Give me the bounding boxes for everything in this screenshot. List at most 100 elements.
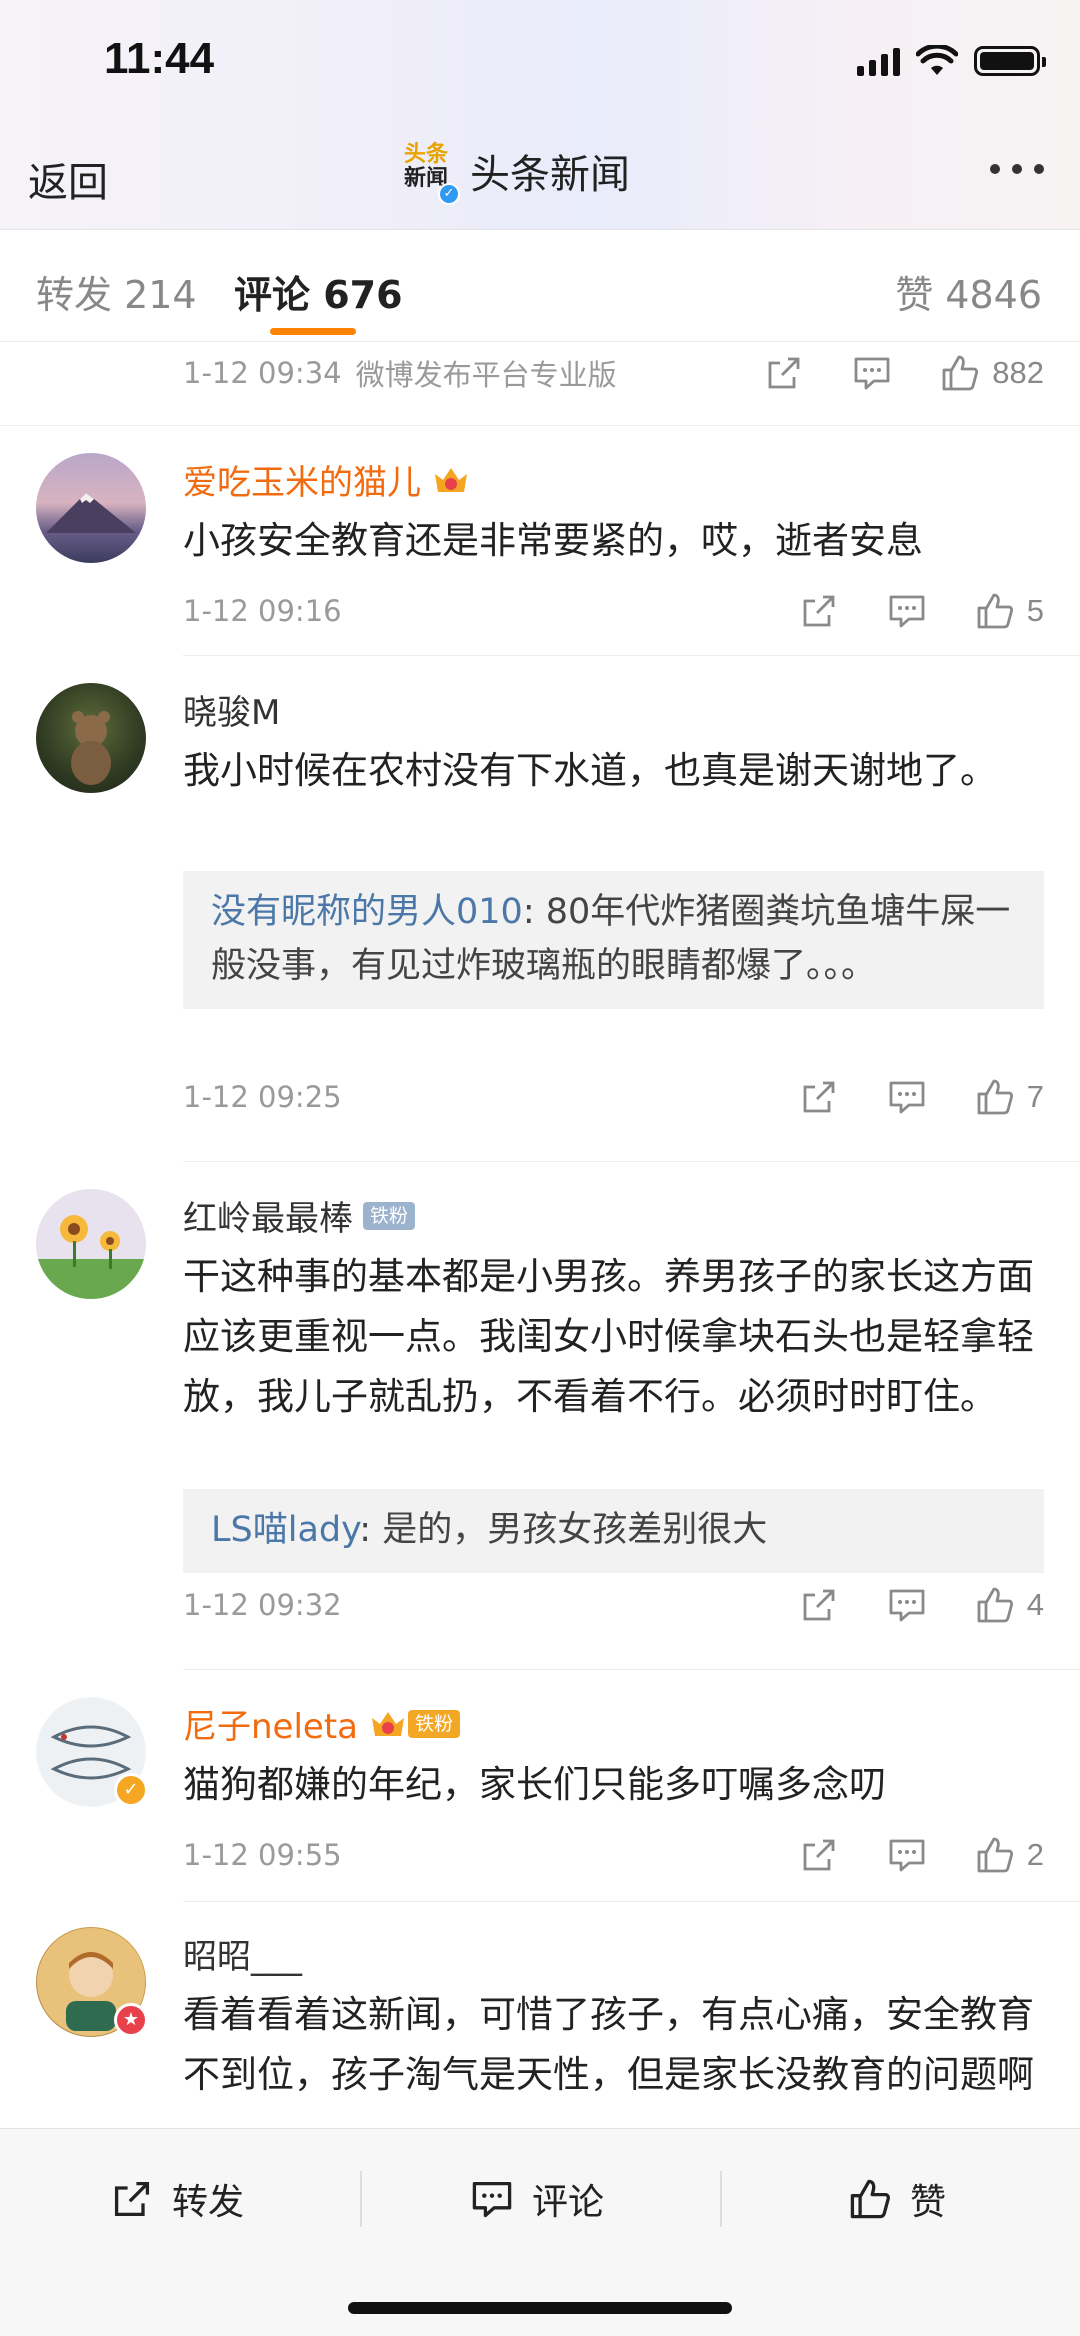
username-text: 红岭最最棒 xyxy=(183,1199,353,1239)
comment-meta-row: 1-12 09:16 5 xyxy=(183,581,1044,641)
username-text: 爱吃玉米的猫儿 xyxy=(183,463,421,503)
comment-meta-row: 1-12 09:32 4 xyxy=(183,1575,1044,1635)
share-icon[interactable] xyxy=(799,1835,839,1875)
comment-text: 我小时候在农村没有下水道，也真是谢天谢地了。 xyxy=(183,749,997,792)
username-text: 晓骏M xyxy=(183,693,281,733)
divider xyxy=(183,655,1080,656)
logo-line1: 头条 xyxy=(403,142,448,167)
tab-active-indicator xyxy=(270,328,356,335)
tab-bar: 转发 214 评论 676 赞 4846 xyxy=(0,230,1080,342)
comment-username[interactable]: 昭昭___ xyxy=(183,1929,302,1978)
comment-icon[interactable] xyxy=(887,1077,927,1117)
separator xyxy=(360,2171,362,2227)
post-source[interactable]: 微博发布平台专业版 xyxy=(356,352,617,394)
fan-badge: 铁粉 xyxy=(363,1201,416,1230)
signal-icon xyxy=(857,46,900,76)
avatar[interactable] xyxy=(36,453,146,563)
like-icon[interactable] xyxy=(975,1835,1015,1875)
username-text: 昭昭___ xyxy=(183,1937,302,1977)
toutiao-news-logo: 头条 新闻 ✓ xyxy=(398,142,460,205)
comment-time: 1-12 09:55 xyxy=(183,1838,342,1872)
nav-title-group[interactable]: 头条 新闻 ✓ 头条新闻 xyxy=(398,142,630,205)
username-text: 尼子neleta xyxy=(183,1707,358,1747)
like-label: 赞 xyxy=(910,2182,947,2223)
nav-title: 头条新闻 xyxy=(470,152,630,198)
tab-forward[interactable]: 转发 214 xyxy=(36,264,197,319)
verified-icon: ✓ xyxy=(438,183,460,205)
share-icon[interactable] xyxy=(799,591,839,631)
status-icons xyxy=(857,40,1046,82)
comment-icon[interactable] xyxy=(852,353,892,393)
top-bar: 11:44 返回 头条 新闻 ✓ 头条新闻 xyxy=(0,0,1080,230)
tab-like[interactable]: 赞 4846 xyxy=(895,264,1042,319)
more-icon[interactable] xyxy=(990,164,1044,174)
vip-crown-icon xyxy=(372,1711,404,1736)
comment-text: 猫狗都嫌的年纪，家长们只能多叮嘱多念叨 xyxy=(183,1763,886,1806)
comment-time: 1-12 09:25 xyxy=(183,1080,342,1114)
sunflower-avatar-image xyxy=(36,1215,146,1299)
wifi-icon xyxy=(916,45,958,75)
like-icon[interactable] xyxy=(975,1585,1015,1625)
comment-label: 评论 xyxy=(532,2182,605,2223)
comment-meta-row: 1-12 09:25 7 xyxy=(183,1067,1044,1127)
separator xyxy=(720,2171,722,2227)
share-icon[interactable] xyxy=(764,353,804,393)
share-icon[interactable] xyxy=(799,1585,839,1625)
comment-username[interactable]: 尼子neleta 铁粉 xyxy=(183,1699,461,1748)
like-count: 882 xyxy=(992,355,1044,390)
avatar[interactable]: ✓ xyxy=(36,1697,148,1807)
forward-button[interactable]: 转发 xyxy=(110,2169,244,2229)
comment-text: 看着看着这新闻，可惜了孩子，有点心痛，安全教育不到位，孩子淘气是天性，但是家长没… xyxy=(183,1993,1034,2096)
mountain-avatar-image xyxy=(46,493,136,533)
like-count: 2 xyxy=(1026,1837,1044,1872)
divider xyxy=(183,1161,1080,1162)
comment-username[interactable]: 爱吃玉米的猫儿 xyxy=(183,455,471,504)
comment-username[interactable]: 红岭最最棒 铁粉 xyxy=(183,1191,416,1240)
reply-preview[interactable]: LS喵lady: 是的，男孩女孩差别很大 xyxy=(183,1489,1044,1573)
avatar[interactable] xyxy=(36,683,146,793)
post-actions: 882 xyxy=(764,353,1044,393)
reply-username[interactable]: 没有昵称的男人010 xyxy=(211,892,523,932)
tab-comment[interactable]: 评论 676 xyxy=(234,264,403,319)
like-icon[interactable] xyxy=(975,1077,1015,1117)
comment-text: 小孩安全教育还是非常要紧的，哎，逝者安息 xyxy=(183,519,923,562)
post-time: 1-12 09:34 xyxy=(183,356,342,390)
back-button[interactable]: 返回 xyxy=(28,150,108,208)
share-icon xyxy=(114,2181,150,2217)
verified-icon: ✓ xyxy=(114,1773,148,1807)
comment-time: 1-12 09:16 xyxy=(183,594,342,628)
battery-icon xyxy=(974,46,1046,76)
comment-icon[interactable] xyxy=(887,1835,927,1875)
badge-icon: ★ xyxy=(114,2003,148,2037)
like-icon[interactable] xyxy=(975,591,1015,631)
status-time: 11:44 xyxy=(104,34,215,83)
comment-icon[interactable] xyxy=(887,591,927,631)
comment-username[interactable]: 晓骏M xyxy=(183,685,280,734)
comment-actions: 5 xyxy=(799,591,1044,631)
like-button[interactable]: 赞 xyxy=(848,2169,946,2229)
divider xyxy=(183,1669,1080,1670)
home-indicator[interactable] xyxy=(348,2302,732,2314)
reply-username[interactable]: LS喵lady xyxy=(211,1510,359,1550)
like-icon[interactable] xyxy=(940,353,980,393)
divider xyxy=(0,425,1080,426)
comment-text: 干这种事的基本都是小男孩。养男孩子的家长这方面应该更重视一点。我闺女小时候拿块石… xyxy=(183,1255,1034,1418)
like-count: 5 xyxy=(1026,593,1044,628)
comment-meta-row: 1-12 09:55 2 xyxy=(183,1825,1044,1885)
forward-label: 转发 xyxy=(172,2182,245,2223)
reply-preview[interactable]: 没有昵称的男人010: 80年代炸猪圈粪坑鱼塘牛屎一般没事，有见过炸玻璃瓶的眼睛… xyxy=(183,871,1044,1009)
comment-actions: 4 xyxy=(799,1585,1044,1625)
comment-actions: 2 xyxy=(799,1835,1044,1875)
comment-button[interactable]: 评论 xyxy=(470,2169,604,2229)
avatar[interactable] xyxy=(36,1189,146,1299)
comment-list: 1-12 09:34 微博发布平台专业版 882 爱吃玉米的猫儿 小孩安全教育还… xyxy=(0,343,1080,2128)
avatar[interactable]: ★ xyxy=(36,1927,148,2037)
comment-actions: 7 xyxy=(799,1077,1044,1117)
like-count: 4 xyxy=(1026,1587,1044,1622)
share-icon[interactable] xyxy=(799,1077,839,1117)
reply-text: : 是的，男孩女孩差别很大 xyxy=(359,1510,768,1550)
comment-icon xyxy=(472,2181,512,2218)
comment-icon[interactable] xyxy=(887,1585,927,1625)
vip-crown-icon xyxy=(435,467,467,492)
like-count: 7 xyxy=(1026,1079,1044,1114)
